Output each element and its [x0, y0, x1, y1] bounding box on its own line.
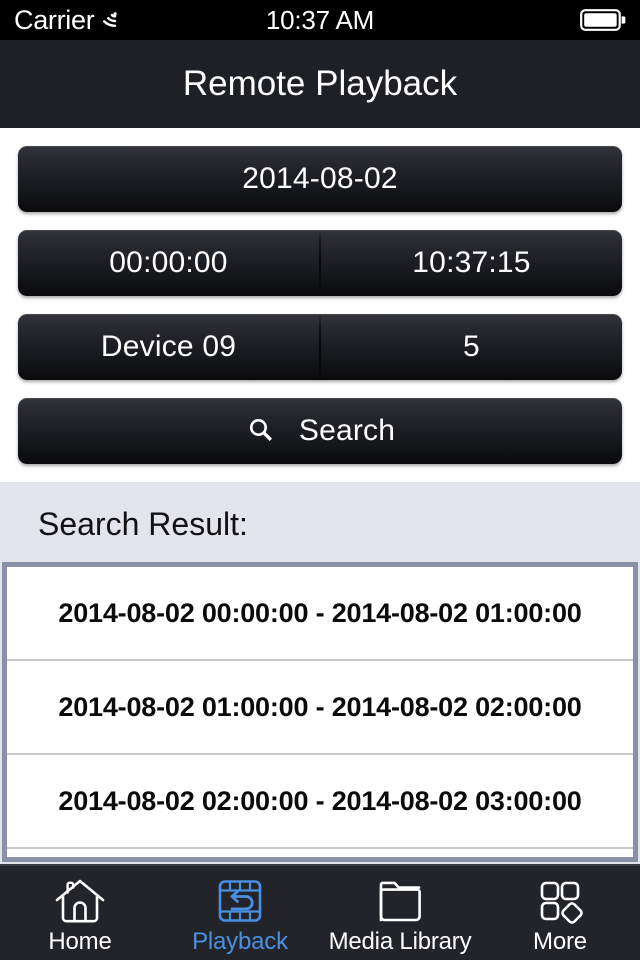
carrier-label: Carrier: [14, 4, 95, 35]
table-row[interactable]: 2014-08-02 01:00:00 - 2014-08-02 02:00:0…: [7, 661, 633, 755]
device-select-button[interactable]: Device 09: [18, 314, 319, 380]
end-time-button[interactable]: 10:37:15: [321, 230, 622, 296]
status-bar-left: Carrier: [14, 4, 128, 35]
status-bar: Carrier 10:37 AM: [0, 0, 640, 40]
wifi-icon: [102, 10, 128, 30]
start-time-value: 00:00:00: [109, 246, 228, 279]
device-channel-row: Device 09 5: [18, 314, 622, 380]
tab-home-label: Home: [48, 928, 112, 955]
search-icon: [245, 414, 279, 448]
time-range-row: 00:00:00 10:37:15: [18, 230, 622, 296]
grid-more-icon: [532, 876, 588, 926]
film-loop-icon: [212, 876, 268, 926]
search-button[interactable]: Search: [18, 398, 622, 464]
tab-playback[interactable]: Playback: [160, 866, 320, 960]
channel-value: 5: [463, 330, 480, 363]
app-root: Carrier 10:37 AM Remote Playback 2014-08…: [0, 0, 640, 960]
search-result-list[interactable]: 2014-08-02 00:00:00 - 2014-08-02 01:00:0…: [7, 567, 633, 857]
folder-icon: [372, 876, 428, 926]
date-value: 2014-08-02: [242, 162, 398, 195]
status-bar-right: [580, 9, 626, 31]
device-value: Device 09: [100, 330, 237, 363]
date-picker-button[interactable]: 2014-08-02: [18, 146, 622, 212]
battery-full-icon: [580, 9, 626, 31]
home-icon: [52, 876, 108, 926]
tab-bar: Home Playback Media Library More: [0, 864, 640, 960]
tab-media-library[interactable]: Media Library: [320, 866, 480, 960]
channel-select-button[interactable]: 5: [321, 314, 622, 380]
tab-home[interactable]: Home: [0, 866, 160, 960]
end-time-value: 10:37:15: [412, 246, 531, 279]
search-result-section: Search Result: 2014-08-02 00:00:00 - 201…: [0, 482, 640, 864]
tab-media-library-label: Media Library: [328, 928, 472, 955]
tab-more[interactable]: More: [480, 866, 640, 960]
search-form: 2014-08-02 00:00:00 10:37:15 Device 09 5: [0, 128, 640, 482]
search-result-list-container: 2014-08-02 00:00:00 - 2014-08-02 01:00:0…: [2, 562, 638, 862]
tab-more-label: More: [533, 928, 587, 955]
search-button-label: Search: [298, 414, 396, 447]
start-time-button[interactable]: 00:00:00: [18, 230, 319, 296]
table-row[interactable]: 2014-08-02 02:00:00 - 2014-08-02 03:00:0…: [7, 755, 633, 849]
page-title: Remote Playback: [182, 64, 458, 103]
tab-playback-label: Playback: [192, 928, 288, 955]
search-result-title: Search Result:: [38, 506, 248, 542]
nav-bar: Remote Playback: [0, 40, 640, 128]
table-row[interactable]: 2014-08-02 00:00:00 - 2014-08-02 01:00:0…: [7, 567, 633, 661]
